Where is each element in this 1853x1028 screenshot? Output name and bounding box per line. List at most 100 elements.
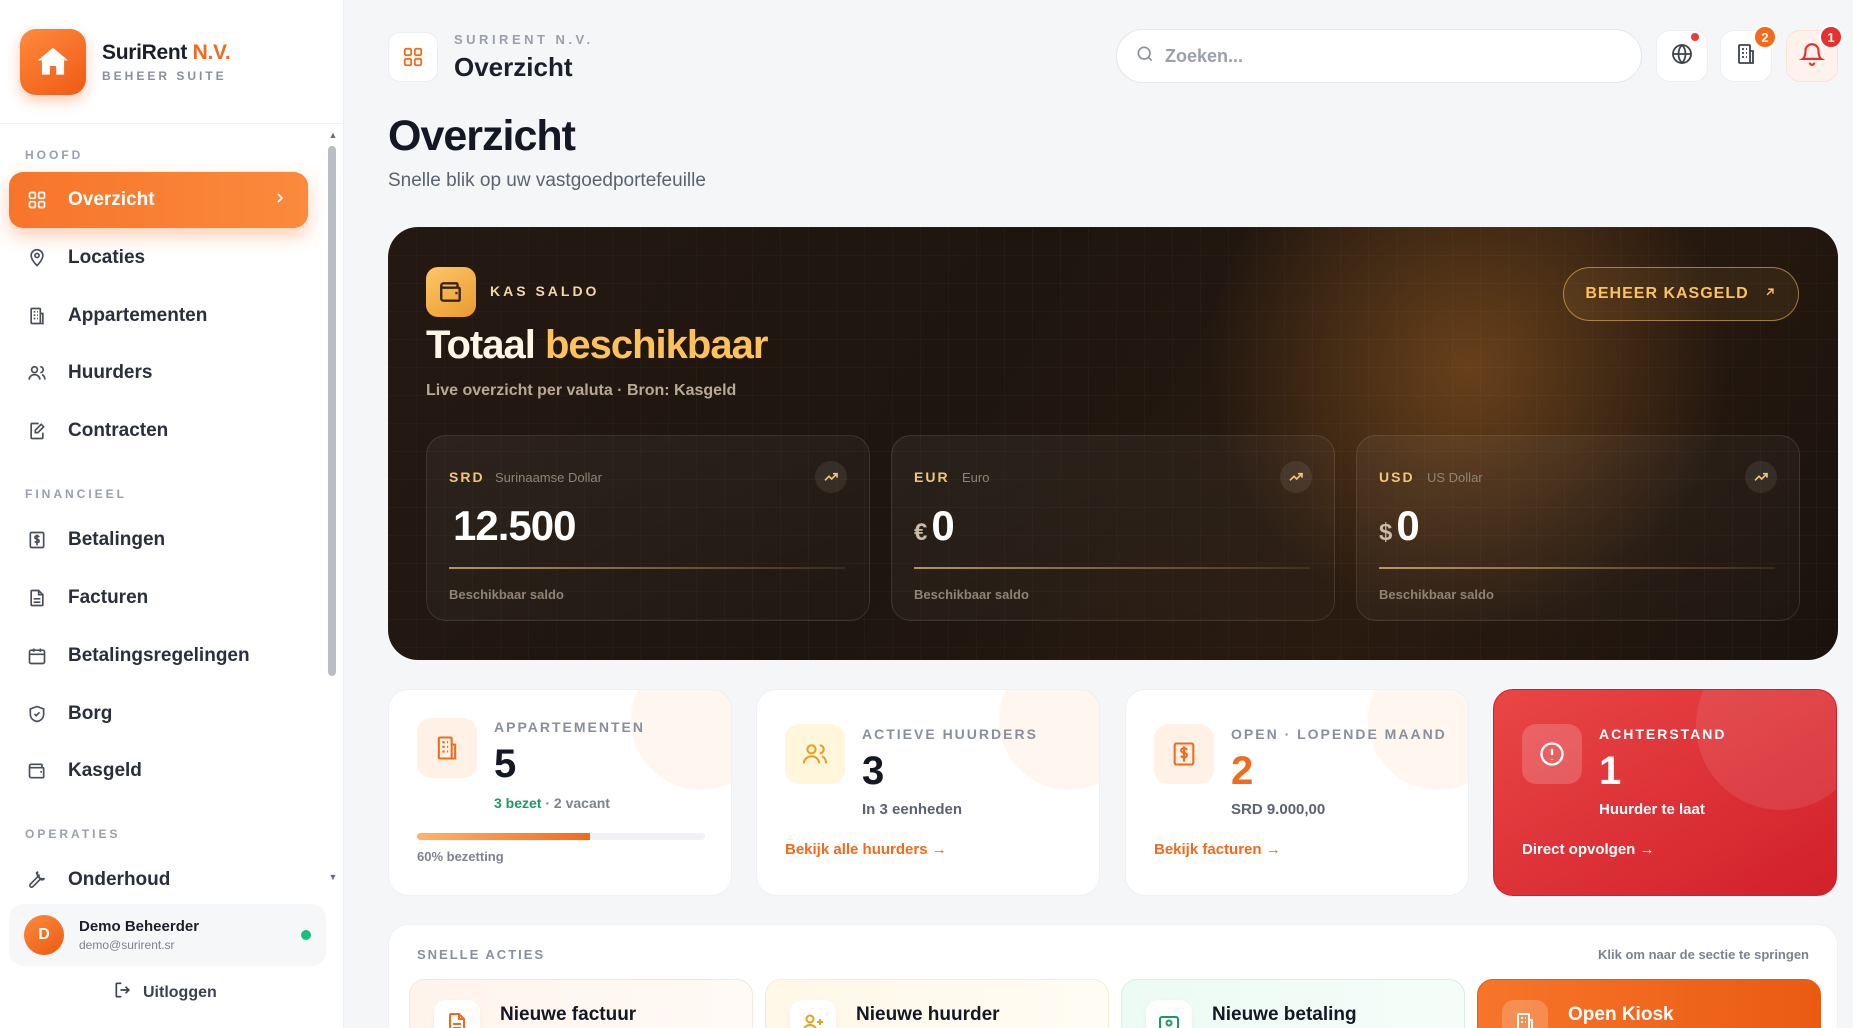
bell-icon <box>1798 41 1826 72</box>
banknote-icon <box>1146 1000 1192 1028</box>
currency-footer: Beschikbaar saldo <box>1379 587 1494 602</box>
new-payment-button[interactable]: Nieuwe betaling <box>1121 979 1465 1028</box>
hero-title: Totaal beschikbaar <box>426 323 768 367</box>
manage-cash-button[interactable]: BEHEER KASGELD <box>1563 267 1799 321</box>
quick-actions-title: SNELLE ACTIES <box>417 947 546 962</box>
sidebar-item-facturen[interactable]: Facturen <box>9 570 308 626</box>
sidebar-item-overzicht[interactable]: Overzicht <box>9 172 308 228</box>
breadcrumb: SURIRENT N.V. <box>454 32 594 47</box>
sidebar-item-locaties[interactable]: Locaties <box>9 230 308 286</box>
stat-note: In 3 eenheden <box>862 801 963 818</box>
arrow-up-right-icon <box>1763 285 1777 304</box>
sidebar-item-label: Locaties <box>68 247 146 268</box>
scroll-down-arrow-icon[interactable]: ▼ <box>328 872 338 882</box>
user-name: Demo Beheerder <box>79 918 200 935</box>
currency-value: 12.500 <box>453 502 576 549</box>
search-bar[interactable] <box>1116 29 1642 83</box>
wallet-icon <box>426 267 476 317</box>
stat-label: ACHTERSTAND <box>1599 726 1727 742</box>
stat-note: SRD 9.000,00 <box>1231 801 1326 818</box>
stat-value: 2 <box>1231 749 1254 793</box>
sidebar-item-appartementen[interactable]: Appartementen <box>9 288 308 344</box>
logout-icon <box>113 980 133 1005</box>
building-icon <box>25 304 49 328</box>
currency-value: €0 <box>914 502 955 549</box>
sidebar-item-betalingen[interactable]: Betalingen <box>9 512 308 568</box>
globe-icon <box>1670 42 1694 71</box>
user-plus-icon <box>790 1000 836 1028</box>
stat-card-open-invoices[interactable]: OPEN · LOPENDE MAAND 2 SRD 9.000,00 Beki… <box>1125 689 1469 896</box>
sidebar-item-label: Facturen <box>68 587 149 608</box>
page-title: Overzicht <box>388 112 576 160</box>
sidebar-item-label: Kasgeld <box>68 760 142 781</box>
currency-footer: Beschikbaar saldo <box>914 587 1029 602</box>
online-status-dot <box>301 930 311 940</box>
user-email: demo@surirent.sr <box>79 938 175 952</box>
view-invoices-link[interactable]: Bekijk facturen → <box>1154 841 1281 858</box>
user-card[interactable]: D Demo Beheerder demo@surirent.sr <box>9 904 326 966</box>
currency-name: Surinaamse Dollar <box>495 470 602 485</box>
stat-label: APPARTEMENTEN <box>494 719 645 735</box>
building-icon <box>1502 1000 1548 1028</box>
quick-action-label: Nieuwe huurder <box>856 1004 1000 1025</box>
chevron-right-icon <box>272 190 288 212</box>
currency-card-eur[interactable]: EUR Euro €0 Beschikbaar saldo <box>891 435 1335 621</box>
building-icon <box>1734 42 1758 71</box>
sidebar-item-kasgeld[interactable]: Kasgeld <box>9 743 308 799</box>
new-tenant-button[interactable]: Nieuwe huurder <box>765 979 1109 1028</box>
stat-card-tenants[interactable]: ACTIEVE HUURDERS 3 In 3 eenheden Bekijk … <box>756 689 1100 896</box>
divider <box>1379 567 1775 569</box>
hero-label: KAS SALDO <box>490 283 600 299</box>
sidebar-item-label: Borg <box>68 703 113 724</box>
wrench-icon <box>25 868 49 888</box>
sidebar-item-label: Betalingen <box>68 529 166 550</box>
view-tenants-link[interactable]: Bekijk alle huurders → <box>785 841 947 858</box>
page-subtitle: Snelle blik op uw vastgoedportefeuille <box>388 170 706 191</box>
file-text-icon <box>434 1000 480 1028</box>
occupancy-note: 3 bezet · 2 vacant <box>494 795 610 811</box>
sidebar-item-label: Appartementen <box>68 305 208 326</box>
sidebar-item-borg[interactable]: Borg <box>9 686 308 742</box>
sidebar-item-contracten[interactable]: Contracten <box>9 403 308 459</box>
hero-subtitle: Live overzicht per valuta · Bron: Kasgel… <box>426 382 737 399</box>
manage-cash-label: BEHEER KASGELD <box>1585 285 1749 302</box>
occupancy-label: 60% bezetting <box>417 849 504 864</box>
apartments-button[interactable]: 2 <box>1720 25 1777 82</box>
brand[interactable]: SuriRent N.V. BEHEER SUITE <box>0 0 343 124</box>
users-icon <box>25 361 49 385</box>
stat-card-arrears[interactable]: ACHTERSTAND 1 Huurder te laat Direct opv… <box>1493 689 1837 896</box>
file-edit-icon <box>25 419 49 443</box>
users-icon <box>785 724 845 784</box>
stat-value: 5 <box>494 742 517 786</box>
quick-action-label: Nieuwe factuur <box>500 1004 637 1025</box>
search-input[interactable] <box>1165 45 1605 67</box>
sidebar-item-betalingsregelingen[interactable]: Betalingsregelingen <box>9 628 308 684</box>
sidebar-scrollbar[interactable]: ▲ ▼ <box>328 130 338 882</box>
sidebar-item-huurders[interactable]: Huurders <box>9 345 308 401</box>
alert-circle-icon <box>1522 724 1582 784</box>
sidebar-item-onderhoud[interactable]: Onderhoud <box>9 852 308 888</box>
trending-up-icon <box>1745 461 1777 493</box>
scroll-up-arrow-icon[interactable]: ▲ <box>328 130 338 140</box>
currency-card-usd[interactable]: USD US Dollar $0 Beschikbaar saldo <box>1356 435 1800 621</box>
map-pin-icon <box>25 246 49 270</box>
notifications-button[interactable]: 1 <box>1786 25 1843 82</box>
scroll-thumb[interactable] <box>328 146 336 676</box>
currency-code: USD <box>1379 469 1415 485</box>
open-kiosk-button[interactable]: Open Kiosk <box>1477 979 1821 1028</box>
nav-section-operaties: OPERATIES <box>25 827 121 841</box>
follow-up-link[interactable]: Direct opvolgen → <box>1522 841 1655 858</box>
quick-actions: SNELLE ACTIES Klik om naar de sectie te … <box>388 924 1838 1028</box>
new-invoice-button[interactable]: Nieuwe factuur <box>409 979 753 1028</box>
logout-button[interactable]: Uitloggen <box>113 980 217 1005</box>
stat-card-apartments[interactable]: APPARTEMENTEN 5 3 bezet · 2 vacant 60% b… <box>388 689 732 896</box>
decorative-blob <box>631 690 731 790</box>
notifications-badge: 1 <box>1819 25 1843 49</box>
sidebar-item-label: Overzicht <box>68 189 155 210</box>
sidebar-item-label: Betalingsregelingen <box>68 645 250 666</box>
sidebar-item-label: Huurders <box>68 362 153 383</box>
language-button[interactable] <box>1656 30 1708 82</box>
trending-up-icon <box>1280 461 1312 493</box>
page-grid-icon <box>388 32 438 82</box>
currency-card-srd[interactable]: SRD Surinaamse Dollar 12.500 Beschikbaar… <box>426 435 870 621</box>
